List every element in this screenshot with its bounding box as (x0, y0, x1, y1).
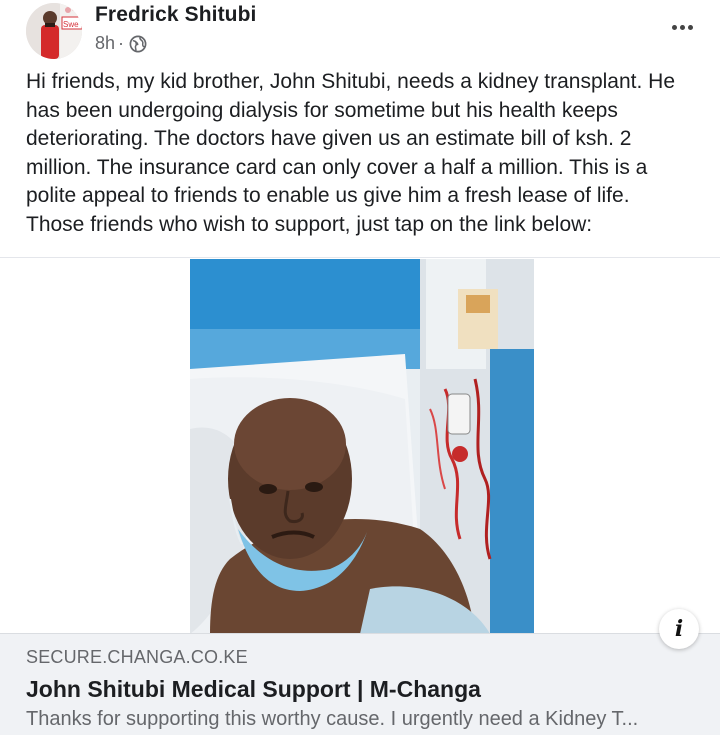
meta-separator: · (118, 33, 125, 53)
info-button[interactable]: i (659, 609, 699, 649)
globe-icon[interactable] (129, 35, 147, 53)
post-header: Swe Fredrick Shitubi 8h · (0, 0, 720, 64)
link-description: Thanks for supporting this worthy cause.… (26, 708, 639, 730)
link-domain: SECURE.CHANGA.CO.KE (26, 647, 248, 667)
post-text: Hi friends, my kid brother, John Shitubi… (26, 70, 676, 236)
post-media: i (0, 257, 720, 649)
author-avatar[interactable]: Swe (26, 3, 82, 59)
more-horizontal-icon (671, 24, 677, 30)
facebook-post: Swe Fredrick Shitubi 8h · Hi friends, my… (0, 0, 720, 735)
author-name[interactable]: Fredrick Shitubi (95, 3, 256, 27)
avatar-badge-text: Swe (63, 20, 79, 29)
more-dot (679, 24, 685, 30)
info-icon: i (674, 616, 684, 642)
post-timestamp[interactable]: 8h (95, 33, 115, 54)
link-preview-card[interactable]: SECURE.CHANGA.CO.KE John Shitubi Medical… (0, 633, 720, 735)
post-meta: 8h · (95, 33, 147, 54)
link-title[interactable]: John Shitubi Medical Support | M-Changa (26, 676, 481, 703)
more-options-button[interactable] (662, 10, 702, 44)
more-dot (687, 24, 693, 30)
post-photo[interactable] (190, 259, 534, 634)
